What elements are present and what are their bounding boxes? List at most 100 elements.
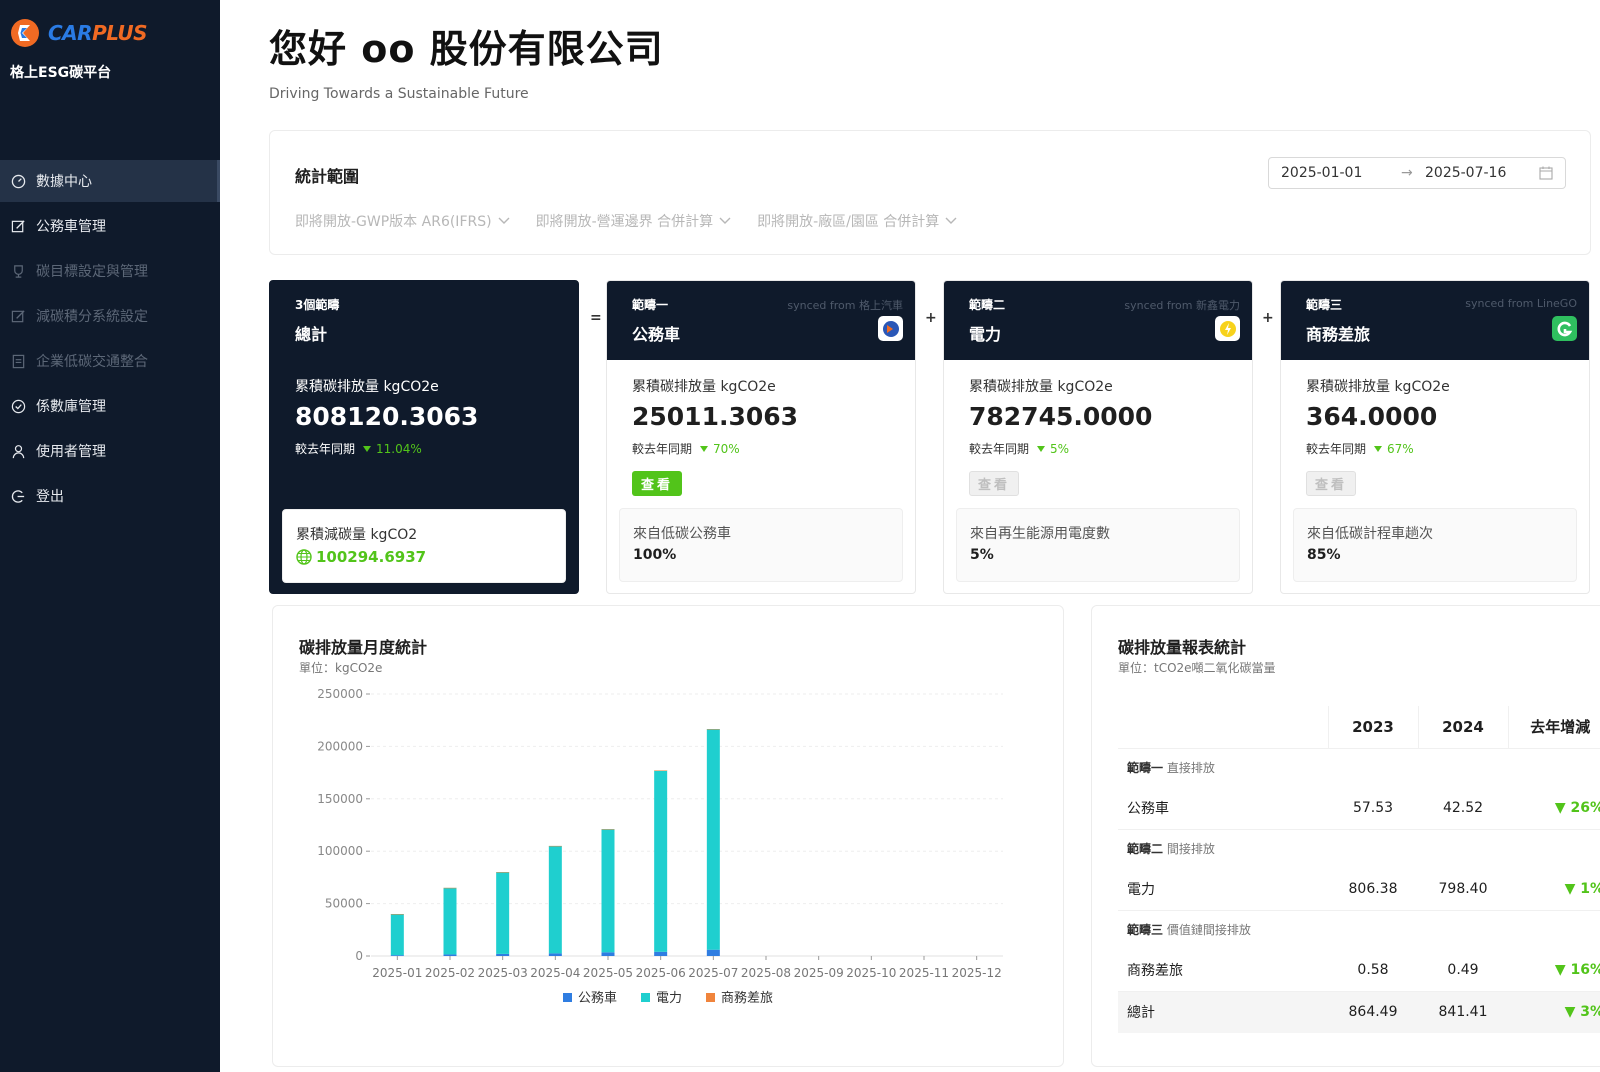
row-value-2023: 0.58 — [1328, 949, 1418, 992]
sidebar-nav: 數據中心 公務車管理 碳目標設定與管理 減碳積分系統設定 企業低碳交通整合 係數… — [0, 160, 220, 520]
bar-segment — [706, 949, 720, 956]
site-select[interactable]: 即將開放-廠區/園區 合併計算 — [757, 211, 957, 231]
column-header-blank — [1118, 706, 1328, 749]
card-header: 範疇三 商務差旅 synced from LineGO — [1281, 281, 1589, 360]
carplus-logo[interactable]: CARPLUS — [10, 18, 148, 48]
report-table: 2023 2024 去年增減 範疇一 直接排放 公務車 57.53 42.52 … — [1118, 706, 1600, 1033]
view-travel-button[interactable]: 查看 — [1306, 471, 1356, 496]
bar-segment — [601, 829, 615, 953]
plus-operator: + — [1262, 310, 1274, 326]
row-name: 商務差旅 — [1118, 949, 1328, 992]
card-name: 商務差旅 — [1306, 325, 1371, 344]
group-row-scope2: 範疇二 間接排放 — [1118, 829, 1600, 868]
down-triangle-icon — [1037, 445, 1046, 452]
renewable-box: 來自再生能源用電度數 5% — [956, 508, 1240, 582]
row-change: ▼ 16% — [1508, 949, 1600, 992]
x-tick-label: 2025-01 — [372, 966, 422, 980]
row-change: ▼ 26% — [1508, 787, 1600, 830]
bar-segment — [654, 770, 668, 952]
end-date-input[interactable]: 2025-07-16 — [1425, 165, 1506, 181]
y-tick-label: 100000 — [317, 844, 363, 858]
legend-swatch — [706, 993, 715, 1002]
yoy-label: 較去年同期 — [632, 442, 693, 456]
x-tick-label: 2025-05 — [583, 966, 633, 980]
date-range-picker[interactable]: 2025-01-01 → 2025-07-16 — [1268, 157, 1566, 189]
sidebar-item-carbon-target[interactable]: 碳目標設定與管理 — [0, 250, 220, 292]
filter-label: 即將開放-廠區/園區 合併計算 — [757, 214, 940, 230]
group-desc: 間接排放 — [1166, 842, 1215, 857]
sidebar-item-user-management[interactable]: 使用者管理 — [0, 430, 220, 472]
card-emission-label: 累積碳排放量 kgCO2e — [295, 379, 439, 395]
table-header-row: 2023 2024 去年增減 — [1118, 706, 1600, 749]
calendar-icon — [1539, 166, 1553, 180]
card-scope: 範疇三 — [1306, 298, 1343, 312]
sidebar-item-label: 係數庫管理 — [36, 399, 106, 415]
y-tick-label: 200000 — [317, 739, 363, 753]
gwp-version-select[interactable]: 即將開放-GWP版本 AR6(IFRS) — [295, 211, 510, 231]
operational-boundary-select[interactable]: 即將開放-營運邊界 合併計算 — [536, 211, 732, 231]
row-value-2023: 57.53 — [1328, 787, 1418, 830]
document-icon — [10, 353, 26, 369]
total-value-2024: 841.41 — [1418, 991, 1508, 1033]
bar-segment — [654, 951, 668, 956]
chevron-down-icon — [719, 217, 731, 224]
chevron-down-icon — [498, 217, 510, 224]
row-name: 公務車 — [1118, 787, 1328, 830]
legend-label: 電力 — [656, 991, 682, 1006]
sidebar-item-label: 企業低碳交通整合 — [36, 354, 148, 370]
row-value-2024: 0.49 — [1418, 949, 1508, 992]
sidebar-item-label: 碳目標設定與管理 — [36, 264, 148, 280]
page-subtitle: Driving Towards a Sustainable Future — [269, 86, 529, 102]
card-header: 範疇一 公務車 synced from 格上汽車 — [607, 281, 915, 360]
x-tick-label: 2025-06 — [636, 966, 686, 980]
start-date-input[interactable]: 2025-01-01 — [1281, 165, 1362, 181]
sub-label: 來自低碳公務車 — [633, 526, 731, 542]
sidebar-item-factor-library[interactable]: 係數庫管理 — [0, 385, 220, 427]
user-icon — [10, 443, 26, 459]
card-name: 公務車 — [632, 325, 681, 344]
card-name: 總計 — [295, 325, 328, 344]
scope1-card: 範疇一 公務車 synced from 格上汽車 累積碳排放量 kgCO2e 2… — [606, 280, 916, 594]
yoy-label: 較去年同期 — [969, 442, 1030, 456]
sidebar-item-data-center[interactable]: 數據中心 — [0, 160, 220, 202]
group-desc: 價值鏈間接排放 — [1166, 923, 1251, 938]
sidebar-item-low-carbon-transport[interactable]: 企業低碳交通整合 — [0, 340, 220, 382]
bar-segment — [706, 729, 720, 730]
bar-segment — [601, 952, 615, 956]
stats-range-panel: 統計範圍 即將開放-GWP版本 AR6(IFRS) 即將開放-營運邊界 合併計算… — [269, 130, 1591, 255]
card-yoy: 較去年同期 5% — [969, 440, 1069, 457]
filter-label: 即將開放-營運邊界 合併計算 — [535, 214, 714, 230]
report-title: 碳排放量報表統計 — [1118, 638, 1247, 657]
column-header-change: 去年增減 — [1507, 706, 1600, 749]
filter-label: 即將開放-GWP版本 AR6(IFRS) — [295, 214, 492, 230]
sidebar-item-logout[interactable]: 登出 — [0, 475, 220, 517]
dashboard-icon — [10, 173, 26, 189]
bar-segment — [443, 887, 457, 889]
group-scope: 範疇二 — [1127, 842, 1164, 857]
column-header-2024: 2024 — [1417, 706, 1508, 749]
y-tick-label: 150000 — [317, 792, 363, 806]
x-tick-label: 2025-10 — [846, 966, 896, 980]
bar-segment — [443, 954, 457, 956]
legend-label: 商務差旅 — [721, 991, 773, 1006]
bar-segment — [390, 914, 404, 956]
view-power-button[interactable]: 查看 — [969, 471, 1019, 496]
card-synced-source: synced from 格上汽車 — [787, 299, 903, 312]
bar-segment — [601, 829, 615, 830]
bar-segment — [548, 953, 562, 956]
bar-segment — [390, 955, 404, 956]
total-card: 3個範疇 總計 累積碳排放量 kgCO2e 808120.3063 較去年同期 … — [269, 280, 579, 594]
bar-segment — [496, 872, 510, 954]
sub-value: 5% — [970, 547, 994, 563]
sidebar-item-vehicle-management[interactable]: 公務車管理 — [0, 205, 220, 247]
sub-label: 來自低碳計程車趟次 — [1307, 526, 1433, 542]
edit-icon — [10, 308, 26, 324]
group-scope: 範疇三 — [1127, 923, 1164, 938]
view-vehicles-button[interactable]: 查看 — [632, 471, 682, 496]
row-value-2024: 42.52 — [1418, 787, 1508, 830]
yoy-label: 較去年同期 — [1306, 442, 1367, 456]
sidebar-item-reduction-points[interactable]: 減碳積分系統設定 — [0, 295, 220, 337]
logo-wordmark: CARPLUS — [48, 21, 148, 45]
reduction-value: 100294.6937 — [316, 548, 427, 566]
check-circle-icon — [10, 398, 26, 414]
